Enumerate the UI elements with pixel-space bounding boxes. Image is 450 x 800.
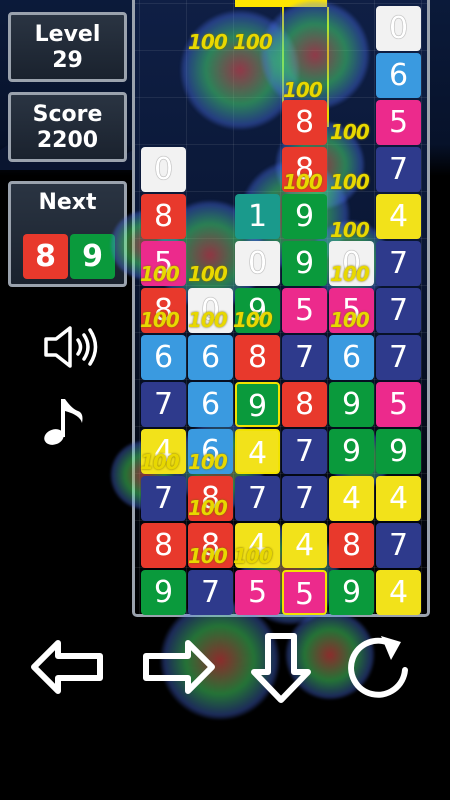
board-tile: 9	[376, 429, 421, 474]
board-tile: 7	[376, 147, 421, 192]
points-popup: 100	[233, 308, 273, 332]
move-left-button[interactable]	[28, 630, 108, 704]
board-tile: 7	[235, 476, 280, 521]
board-tile: 7	[188, 570, 233, 615]
board-tile: 1	[235, 194, 280, 239]
score-panel: Score 2200	[8, 92, 127, 162]
move-right-button[interactable]	[138, 630, 218, 704]
next-tiles: 8 9	[23, 234, 115, 279]
points-popup: 100	[188, 262, 228, 286]
score-value: 2200	[36, 128, 99, 153]
board-tile: 4	[376, 570, 421, 615]
board-tile: 8	[282, 382, 327, 427]
board-tile: 9	[235, 382, 280, 427]
board-tile: 9	[282, 194, 327, 239]
board-tile: 6	[188, 335, 233, 380]
level-panel: Level 29	[8, 12, 127, 82]
board-tile: 8	[141, 523, 186, 568]
board-tile: 9	[141, 570, 186, 615]
points-popup: 100	[330, 120, 370, 144]
points-popup: 100	[283, 78, 323, 102]
points-popup: 100	[188, 450, 228, 474]
points-popup: 100	[330, 308, 370, 332]
board-tile: 0	[376, 6, 421, 51]
next-tile: 9	[70, 234, 115, 279]
score-label: Score	[32, 102, 103, 127]
points-popup: 100	[188, 496, 228, 520]
level-value: 29	[52, 48, 83, 73]
board-tile: 9	[329, 570, 374, 615]
board-tile: 7	[376, 335, 421, 380]
board-tile: 7	[376, 241, 421, 286]
board-tile: 7	[141, 382, 186, 427]
board-tile: 7	[282, 429, 327, 474]
points-popup: 100	[188, 308, 228, 332]
board-tile: 7	[376, 288, 421, 333]
level-label: Level	[34, 22, 101, 47]
board-tile: 6	[376, 53, 421, 98]
board-tile: 5	[376, 382, 421, 427]
points-popup: 100	[188, 544, 228, 568]
points-popup: 100	[283, 170, 323, 194]
board-tile: 8	[329, 523, 374, 568]
board-tile: 8	[235, 335, 280, 380]
board-tile: 6	[141, 335, 186, 380]
board-tile: 4	[376, 476, 421, 521]
board-tile: 7	[282, 335, 327, 380]
points-popup: 100	[140, 308, 180, 332]
points-popup: 100	[233, 544, 273, 568]
board-tile: 4	[376, 194, 421, 239]
board-tile: 4	[329, 476, 374, 521]
next-tile: 8	[23, 234, 68, 279]
board-tile: 0	[235, 241, 280, 286]
board-tile: 7	[376, 523, 421, 568]
board-tile: 9	[329, 429, 374, 474]
board-tile: 6	[188, 382, 233, 427]
board-tile: 9	[282, 241, 327, 286]
next-panel: Next 8 9	[8, 181, 127, 287]
board-tile: 9	[329, 382, 374, 427]
points-popup: 100	[188, 30, 228, 54]
board-tile: 6	[329, 335, 374, 380]
points-popup: 100	[330, 170, 370, 194]
points-popup: 100	[330, 262, 370, 286]
board-tile: 5	[235, 570, 280, 615]
drop-button[interactable]	[246, 630, 316, 706]
points-popup: 100	[330, 218, 370, 242]
board-tile: 4	[235, 429, 280, 474]
board-tile: 5	[376, 100, 421, 145]
points-popup: 100	[233, 30, 273, 54]
board-tile: 8	[141, 194, 186, 239]
board-tile: 5	[282, 570, 327, 615]
music-icon[interactable]	[42, 395, 88, 447]
board-tile: 5	[282, 288, 327, 333]
board-tile: 4	[282, 523, 327, 568]
board-tile: 7	[282, 476, 327, 521]
board-tile: 7	[141, 476, 186, 521]
board-tile: 8	[282, 100, 327, 145]
board-tile: 0	[141, 147, 186, 192]
points-popup: 100	[140, 450, 180, 474]
rotate-button[interactable]	[343, 630, 415, 702]
points-popup: 100	[140, 262, 180, 286]
next-label: Next	[38, 190, 97, 215]
sound-icon[interactable]	[42, 325, 102, 369]
